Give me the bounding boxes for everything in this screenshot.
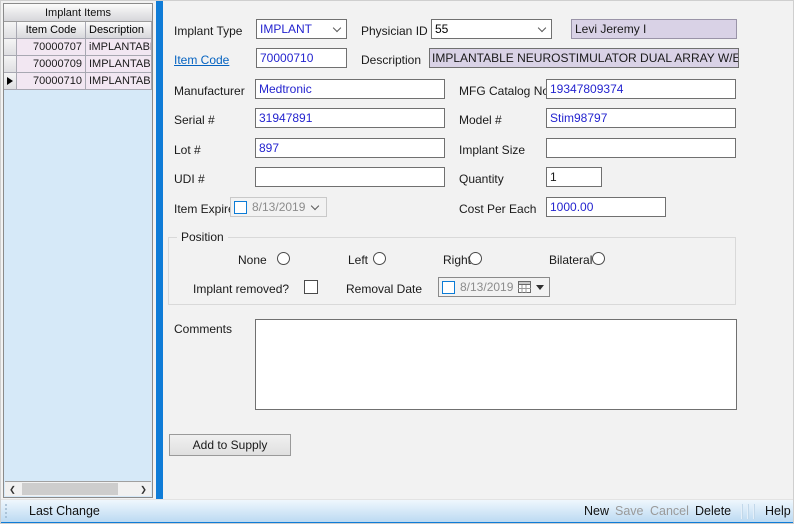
- implant-size-input[interactable]: [546, 138, 736, 158]
- implant-type-value: IMPLANT: [260, 22, 312, 36]
- toolbar-separator: [747, 504, 749, 519]
- scrollbar-thumb[interactable]: [22, 483, 118, 495]
- quantity-input[interactable]: 1: [546, 167, 602, 187]
- implant-removed-checkbox[interactable]: [304, 280, 318, 294]
- udi-input[interactable]: [255, 167, 445, 187]
- horizontal-scrollbar[interactable]: ❮ ❯: [5, 481, 151, 496]
- scrollbar-track[interactable]: [20, 482, 136, 496]
- calendar-icon: [518, 281, 531, 293]
- description-label: Description: [361, 53, 421, 67]
- removal-date-picker[interactable]: 8/13/2019: [438, 277, 550, 297]
- lot-input[interactable]: 897: [255, 138, 445, 158]
- scroll-left-icon[interactable]: ❮: [5, 482, 20, 496]
- toolbar-separator: [753, 504, 755, 519]
- item-code-input[interactable]: 70000710: [256, 48, 347, 68]
- lot-label: Lot #: [174, 143, 201, 157]
- item-code-link[interactable]: Item Code: [174, 53, 229, 67]
- grid-header-row: Item Code Description: [4, 22, 152, 39]
- udi-label: UDI #: [174, 172, 205, 186]
- description-cell[interactable]: IMPLANTABL: [86, 73, 152, 90]
- last-change-label: Last Change: [29, 500, 100, 523]
- chevron-down-icon[interactable]: [311, 201, 319, 209]
- mfg-catalog-no-label: MFG Catalog No: [459, 84, 549, 98]
- physician-id-value: 55: [435, 22, 448, 36]
- grid-title: Implant Items: [4, 4, 152, 22]
- model-label: Model #: [459, 113, 502, 127]
- table-row[interactable]: 70000709 IMPLANTABL: [4, 56, 152, 73]
- grid-header-item-code[interactable]: Item Code: [17, 22, 86, 39]
- item-code-cell[interactable]: 70000707: [17, 39, 86, 56]
- description-cell[interactable]: iMPLANTABL: [86, 39, 152, 56]
- manufacturer-label: Manufacturer: [174, 84, 245, 98]
- comments-textarea[interactable]: [255, 319, 737, 410]
- radio-bilateral-label: Bilateral: [549, 253, 592, 267]
- serial-label: Serial #: [174, 113, 215, 127]
- removal-date-label: Removal Date: [346, 282, 422, 296]
- radio-right-label: Right: [443, 253, 471, 267]
- panel-splitter[interactable]: [156, 1, 163, 499]
- item-code-cell[interactable]: 70000710: [17, 73, 86, 90]
- new-button[interactable]: New: [584, 500, 609, 523]
- table-row[interactable]: 70000707 iMPLANTABL: [4, 39, 152, 56]
- description-cell[interactable]: IMPLANTABL: [86, 56, 152, 73]
- implant-size-label: Implant Size: [459, 143, 525, 157]
- chevron-down-icon: [333, 24, 341, 32]
- item-expire-date-value: 8/13/2019: [252, 200, 305, 214]
- row-selector[interactable]: [4, 56, 17, 73]
- dropdown-arrow-icon[interactable]: [536, 285, 544, 290]
- mfg-catalog-no-input[interactable]: 19347809374: [546, 79, 736, 99]
- radio-bilateral[interactable]: [592, 252, 605, 265]
- current-row-pointer-icon: [7, 77, 13, 85]
- serial-input[interactable]: 31947891: [255, 108, 445, 128]
- save-button[interactable]: Save: [615, 500, 644, 523]
- row-selector[interactable]: [4, 73, 17, 90]
- cost-per-each-input[interactable]: 1000.00: [546, 197, 666, 217]
- implant-type-label: Implant Type: [174, 24, 242, 38]
- implant-items-window: Implant Items Item Code Description 7000…: [0, 0, 794, 524]
- status-toolbar: Last Change New Save Cancel Delete Help: [1, 499, 794, 522]
- cancel-button[interactable]: Cancel: [650, 500, 689, 523]
- model-input[interactable]: Stim98797: [546, 108, 736, 128]
- physician-id-combo[interactable]: 55: [431, 19, 552, 39]
- physician-id-label: Physician ID: [361, 24, 428, 38]
- description-field: IMPLANTABLE NEUROSTIMULATOR DUAL ARRAY W…: [429, 48, 739, 68]
- manufacturer-input[interactable]: Medtronic: [255, 79, 445, 99]
- item-expire-date-picker[interactable]: 8/13/2019: [230, 197, 327, 217]
- chevron-down-icon: [538, 24, 546, 32]
- physician-name-field: Levi Jeremy I: [571, 19, 737, 39]
- date-enable-checkbox[interactable]: [442, 281, 455, 294]
- scroll-right-icon[interactable]: ❯: [136, 482, 151, 496]
- table-row-selected[interactable]: 70000710 IMPLANTABL: [4, 73, 152, 90]
- radio-left[interactable]: [373, 252, 386, 265]
- quantity-label: Quantity: [459, 172, 504, 186]
- radio-none[interactable]: [277, 252, 290, 265]
- item-code-cell[interactable]: 70000709: [17, 56, 86, 73]
- radio-left-label: Left: [348, 253, 368, 267]
- implant-items-grid: Implant Items Item Code Description 7000…: [3, 3, 153, 498]
- row-selector[interactable]: [4, 39, 17, 56]
- radio-right[interactable]: [469, 252, 482, 265]
- position-group-label: Position: [177, 230, 228, 244]
- help-button[interactable]: Help: [765, 500, 791, 523]
- grip-dots-icon: [5, 504, 7, 518]
- toolbar-separator: [741, 504, 743, 519]
- implant-type-combo[interactable]: IMPLANT: [256, 19, 347, 39]
- delete-button[interactable]: Delete: [695, 500, 731, 523]
- comments-label: Comments: [174, 322, 232, 336]
- implant-removed-label: Implant removed?: [193, 282, 289, 296]
- grid-header-description[interactable]: Description: [86, 22, 152, 39]
- add-to-supply-button[interactable]: Add to Supply: [169, 434, 291, 456]
- radio-none-label: None: [238, 253, 267, 267]
- date-enable-checkbox[interactable]: [234, 201, 247, 214]
- cost-per-each-label: Cost Per Each: [459, 202, 536, 216]
- grid-header-selector: [4, 22, 17, 39]
- removal-date-value: 8/13/2019: [460, 280, 513, 294]
